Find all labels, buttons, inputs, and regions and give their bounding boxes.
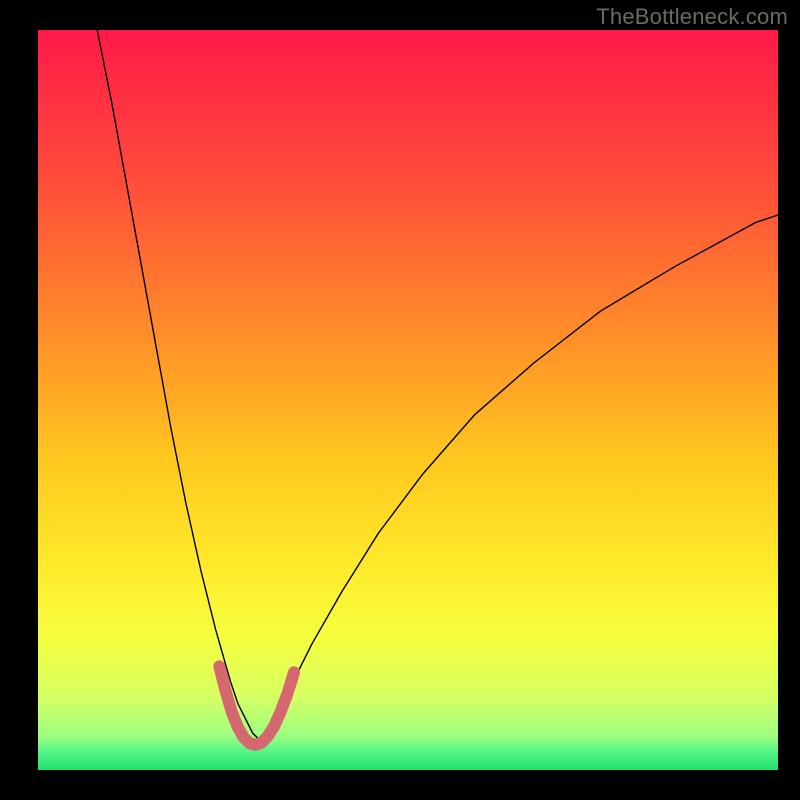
chart-container: TheBottleneck.com	[0, 0, 800, 800]
chart-background	[38, 30, 778, 770]
chart-svg	[38, 30, 778, 770]
plot-area	[38, 30, 778, 770]
watermark-text: TheBottleneck.com	[596, 4, 788, 30]
